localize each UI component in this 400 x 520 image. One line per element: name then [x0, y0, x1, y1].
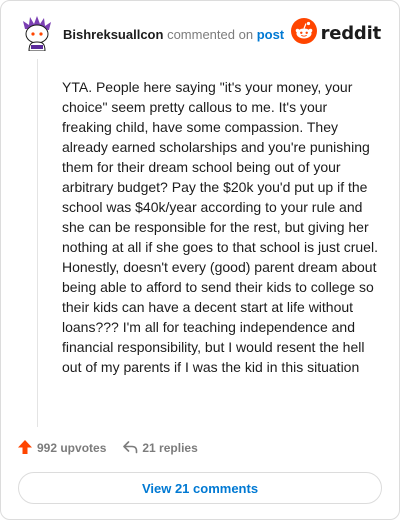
upvotes-count: 992 upvotes [37, 441, 107, 455]
snoo-avatar-icon[interactable] [21, 15, 55, 52]
post-link[interactable]: post [257, 27, 284, 42]
comment-header: Bishreksuallcon commented on post reddit [21, 15, 383, 55]
replies-count: 21 replies [142, 441, 198, 455]
view-comments-button[interactable]: View 21 comments [18, 472, 382, 504]
reddit-wordmark: reddit [320, 22, 382, 44]
upvote-button[interactable]: 992 upvotes [17, 439, 106, 458]
username-link[interactable]: Bishreksuallcon [63, 27, 163, 42]
thread-line [37, 59, 38, 427]
reddit-logo[interactable]: reddit [290, 17, 382, 49]
comment-card: Bishreksuallcon commented on post reddit [0, 0, 400, 520]
comment-byline: Bishreksuallcon commented on post [63, 27, 284, 42]
reply-arrow-icon [122, 439, 142, 458]
comment-body: YTA. People here saying "it's your money… [62, 79, 378, 375]
upvote-arrow-icon [17, 439, 37, 458]
reddit-alien-icon [290, 17, 317, 49]
comment-actions: 992 upvotes 21 replies [17, 437, 214, 459]
replies-button[interactable]: 21 replies [122, 439, 198, 458]
action-text: commented on [167, 27, 254, 42]
